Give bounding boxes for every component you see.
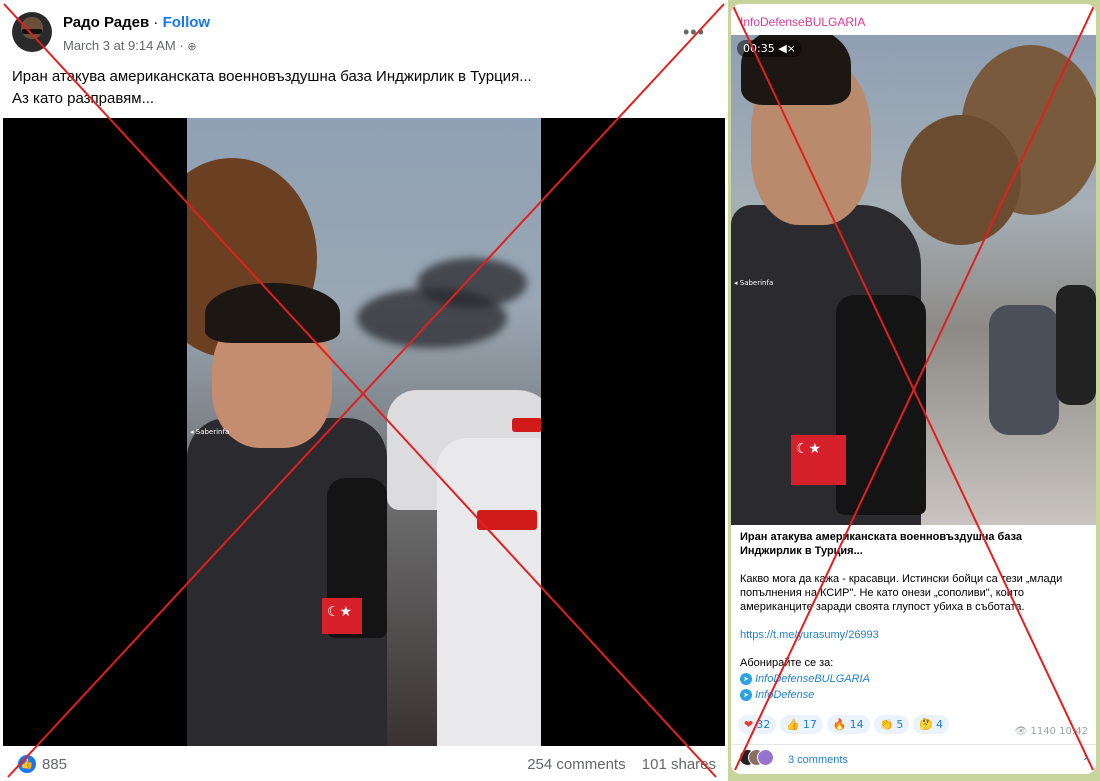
reaction-count: 885	[42, 755, 68, 773]
telegram-icon: ➤	[740, 673, 752, 685]
turkish-flag	[791, 435, 846, 485]
comments-row[interactable]: 3 comments	[739, 749, 848, 771]
comments-count[interactable]: 254 comments	[527, 756, 625, 773]
commenter-avatars	[739, 749, 774, 771]
divider	[731, 744, 1096, 745]
mute-icon[interactable]: ◀×	[778, 42, 796, 55]
reporter-hair	[205, 283, 340, 343]
pedestrian	[1056, 285, 1096, 405]
fire-icon: 🔥	[832, 718, 847, 731]
post-video[interactable]: ◂ Saberinfa	[3, 118, 725, 746]
post-timestamp[interactable]: March 3 at 9:14 AM	[63, 38, 176, 53]
video-frame: ◂ Saberinfa	[187, 118, 541, 746]
post-link[interactable]: https://t.me/yurasumy/26993	[740, 629, 879, 641]
car-shape	[437, 438, 541, 746]
reaction-count: 4	[936, 718, 944, 731]
caption-line: Иран атакува американската военновъздушн…	[12, 68, 532, 85]
author-avatar[interactable]	[12, 12, 52, 52]
heart-icon: ❤	[744, 718, 754, 731]
chevron-right-icon[interactable]: ›	[1083, 748, 1088, 764]
reaction-thinking[interactable]: 🤔 4	[913, 715, 950, 734]
view-count: 1140	[1030, 726, 1056, 737]
subscribe-label: Абонирайте се за:	[740, 657, 834, 669]
video-watermark: ◂ Saberinfa	[190, 428, 230, 436]
microphone	[836, 295, 926, 515]
reaction-thumbs-up[interactable]: 👍 17	[780, 715, 823, 734]
reaction-count: 5	[896, 718, 904, 731]
eye-icon: 👁	[1014, 726, 1028, 737]
smoke-cloud	[417, 258, 527, 308]
reaction-clap[interactable]: 👏 5	[873, 715, 910, 734]
video-timer: 00:35 ◀×	[737, 40, 802, 57]
subscribe-link-text[interactable]: InfoDefenseBULGARIA	[755, 672, 870, 686]
thinking-icon: 🤔	[919, 718, 934, 731]
telegram-video[interactable]: 00:35 ◀× ◂ Saberinfa	[731, 35, 1096, 525]
subscribe-link[interactable]: ➤ InfoDefense	[740, 688, 1085, 702]
tail-light	[477, 510, 537, 530]
post-paragraph: Какво мога да кажа - красавци. Истински …	[740, 573, 1063, 613]
video-watermark: ◂ Saberinfa	[734, 279, 774, 287]
watermark-text: Saberinfa	[739, 279, 774, 287]
like-icon: 👍	[18, 755, 36, 773]
reaction-bar: ❤ 32 👍 17 🔥 14 👏 5 🤔 4	[738, 715, 950, 734]
shares-count[interactable]: 101 shares	[642, 756, 716, 773]
meta-separator: ·	[179, 38, 184, 53]
reaction-count: 14	[849, 718, 864, 731]
watermark-text: Saberinfa	[195, 428, 230, 436]
telegram-post: InfoDefenseBULGARIA 00:35 ◀× ◂ Saberinfa…	[731, 4, 1096, 774]
reaction-fire[interactable]: 🔥 14	[826, 715, 870, 734]
more-options-icon[interactable]: •••	[683, 22, 705, 43]
subscribe-link-text[interactable]: InfoDefense	[755, 688, 814, 702]
reaction-count: 32	[756, 718, 771, 731]
post-header: Радо Радев · Follow	[63, 14, 210, 31]
tree-shape	[901, 115, 1021, 245]
post-title: Иран атакува американската военновъздушн…	[740, 531, 1023, 557]
post-caption: Иран атакува американската военновъздушн…	[12, 66, 712, 110]
pedestrian	[989, 305, 1059, 435]
post-time: 10:42	[1059, 726, 1088, 737]
header-separator: ·	[153, 14, 159, 31]
reaction-count: 17	[802, 718, 817, 731]
reaction-heart[interactable]: ❤ 32	[738, 715, 777, 734]
video-time: 00:35	[743, 42, 775, 55]
follow-button[interactable]: Follow	[163, 14, 211, 31]
subscribe-link[interactable]: ➤ InfoDefenseBULGARIA	[740, 672, 1085, 686]
engagement-counts: 254 comments 101 shares	[527, 756, 716, 773]
globe-icon: ⊕	[187, 40, 197, 53]
comments-link[interactable]: 3 comments	[788, 754, 848, 766]
turkish-flag	[322, 598, 362, 634]
thumbs-up-icon: 👍	[786, 718, 800, 731]
post-meta: March 3 at 9:14 AM · ⊕	[63, 38, 197, 53]
author-name[interactable]: Радо Радев	[63, 14, 149, 31]
clap-icon: 👏	[879, 718, 894, 731]
reaction-summary[interactable]: 👍 885	[18, 755, 67, 773]
post-stats: 👁 1140 10:42	[1015, 726, 1088, 737]
caption-line: Аз като разправям...	[12, 90, 155, 107]
tail-light	[512, 418, 541, 432]
telegram-icon: ➤	[740, 689, 752, 701]
avatar	[757, 749, 774, 766]
facebook-post: Радо Радев · Follow March 3 at 9:14 AM ·…	[0, 0, 728, 781]
post-body: Иран атакува американската военновъздушн…	[740, 530, 1085, 704]
channel-name[interactable]: InfoDefenseBULGARIA	[740, 15, 865, 29]
